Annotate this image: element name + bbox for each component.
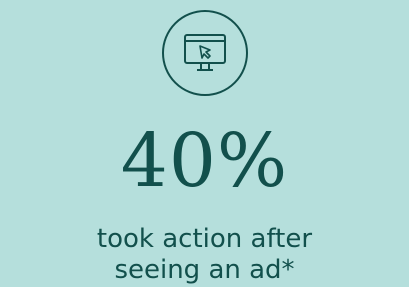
stat-card: 40% took action after seeing an ad* [0,0,409,297]
caption-line-2: seeing an ad* [114,255,295,285]
stat-caption: took action after seeing an ad* [0,224,409,286]
caption-line-1: took action after [96,224,313,254]
bottom-strip [0,287,409,297]
stat-value: 40% [120,118,289,204]
monitor-cursor-icon [160,8,250,98]
